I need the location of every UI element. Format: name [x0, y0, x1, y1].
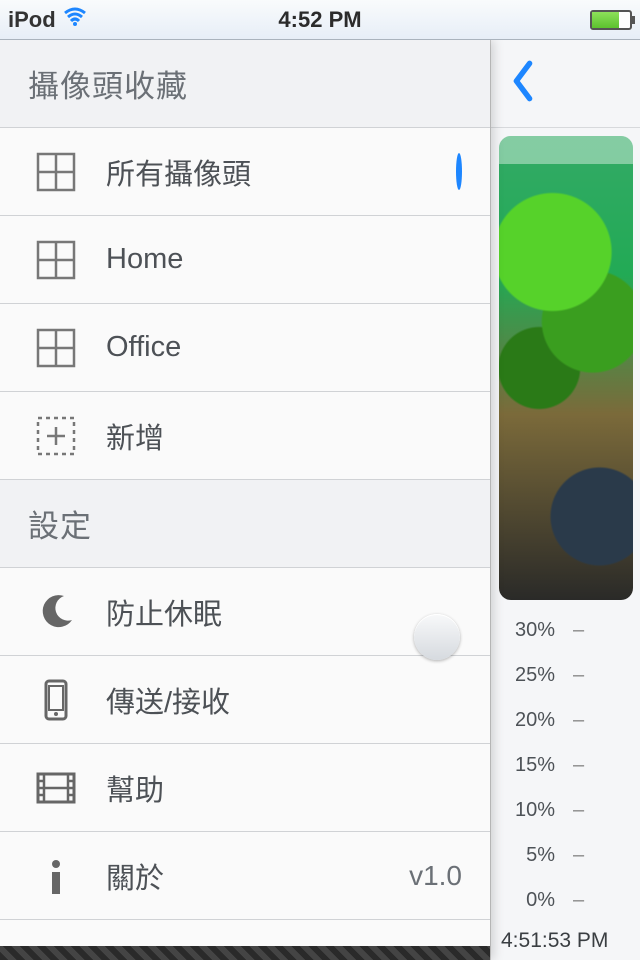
status-time: 4:52 PM: [0, 7, 640, 33]
menu-item-label: 幫助: [106, 767, 462, 809]
back-button[interactable]: [509, 59, 537, 108]
camera-preview[interactable]: [499, 136, 633, 600]
menu-item-add[interactable]: 新增: [0, 392, 490, 480]
add-icon: [34, 414, 78, 458]
menu-item-label: 新增: [106, 415, 462, 457]
menu-item-all-cameras[interactable]: 所有攝像頭: [0, 128, 490, 216]
axis-tick: 10%–: [499, 788, 640, 833]
timestamp: 4:51:53 PM: [491, 923, 640, 953]
axis-tick: 0%–: [499, 878, 640, 923]
menu-item-label: Home: [106, 243, 462, 276]
menu-item-prevent-sleep[interactable]: 防止休眠: [0, 568, 490, 656]
menu-item-transfer[interactable]: 傳送/接收: [0, 656, 490, 744]
menu-item-label: 關於: [106, 855, 409, 897]
axis-tick: 25%–: [499, 653, 640, 698]
content-panel: 30%– 25%– 20%– 15%– 10%– 5%– 0%– 4:51:53…: [490, 40, 640, 960]
axis-tick: 30%–: [499, 608, 640, 653]
grid-icon: [34, 238, 78, 282]
grid-icon: [34, 150, 78, 194]
menu-item-label: 傳送/接收: [106, 679, 462, 721]
menu-item-home[interactable]: Home: [0, 216, 490, 304]
film-icon: [34, 766, 78, 810]
phone-icon: [34, 678, 78, 722]
menu-item-label: Office: [106, 331, 462, 364]
section-header-cameras: 攝像頭收藏: [0, 40, 490, 128]
side-menu: 攝像頭收藏 所有攝像頭 Home Office 新增 設定 防止休眠: [0, 40, 490, 960]
axis-tick: 20%–: [499, 698, 640, 743]
battery-icon: [590, 10, 632, 30]
menu-item-about[interactable]: 關於 v1.0: [0, 832, 490, 920]
axis-tick: 5%–: [499, 833, 640, 878]
status-bar: iPod 4:52 PM: [0, 0, 640, 40]
grid-icon: [34, 326, 78, 370]
version-label: v1.0: [409, 860, 462, 892]
info-icon: [34, 854, 78, 898]
axis-tick: 15%–: [499, 743, 640, 788]
bottom-stripe: [0, 946, 490, 960]
menu-item-help[interactable]: 幫助: [0, 744, 490, 832]
menu-item-label: 防止休眠: [106, 591, 462, 633]
menu-item-office[interactable]: Office: [0, 304, 490, 392]
section-header-settings: 設定: [0, 480, 490, 568]
moon-icon: [34, 590, 78, 634]
selected-indicator: [456, 156, 462, 188]
content-header: [491, 40, 640, 128]
percent-axis: 30%– 25%– 20%– 15%– 10%– 5%– 0%–: [491, 608, 640, 923]
menu-item-label: 所有攝像頭: [106, 151, 456, 193]
